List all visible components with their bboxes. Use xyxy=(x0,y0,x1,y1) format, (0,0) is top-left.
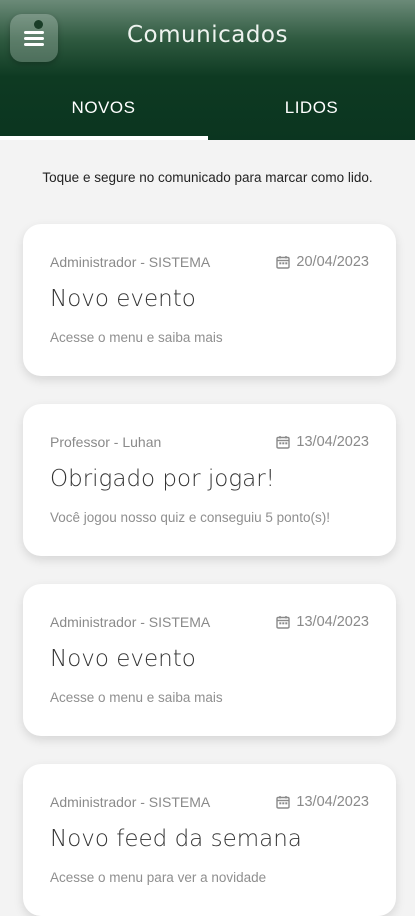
announcement-card[interactable]: Administrador - SISTEMA 13/04/2023 Novo … xyxy=(23,764,396,916)
card-date: 13/04/2023 xyxy=(296,794,369,810)
card-date-group: 13/04/2023 xyxy=(276,794,369,810)
card-description: Você jogou nosso quiz e conseguiu 5 pont… xyxy=(50,510,330,525)
calendar-icon xyxy=(276,256,291,269)
tab-bar: NOVOS LIDOS xyxy=(0,84,415,140)
tab-novos[interactable]: NOVOS xyxy=(0,84,207,140)
card-title: Obrigado por jogar! xyxy=(50,466,275,492)
card-author: Administrador - SISTEMA xyxy=(50,794,211,810)
announcement-card[interactable]: Administrador - SISTEMA 20/04/2023 Novo … xyxy=(23,224,396,376)
announcement-card[interactable]: Administrador - SISTEMA 13/04/2023 Novo … xyxy=(23,584,396,736)
hint-text: Toque e segure no comunicado para marcar… xyxy=(42,170,373,185)
app-header: Comunicados NOVOS LIDOS xyxy=(0,0,415,140)
card-date: 13/04/2023 xyxy=(296,614,369,630)
card-date: 20/04/2023 xyxy=(296,254,369,270)
card-description: Acesse o menu e saiba mais xyxy=(50,330,223,345)
card-date-group: 20/04/2023 xyxy=(276,254,369,270)
card-author: Administrador - SISTEMA xyxy=(50,254,211,270)
card-title: Novo evento xyxy=(50,646,196,672)
tab-lidos[interactable]: LIDOS xyxy=(208,84,415,140)
card-description: Acesse o menu para ver a novidade xyxy=(50,870,267,885)
calendar-icon xyxy=(276,436,291,449)
announcement-card[interactable]: Professor - Luhan 13/04/2023 Obrigado po… xyxy=(23,404,396,556)
card-author: Administrador - SISTEMA xyxy=(50,614,211,630)
calendar-icon xyxy=(276,616,291,629)
card-date: 13/04/2023 xyxy=(296,434,369,450)
card-date-group: 13/04/2023 xyxy=(276,614,369,630)
page-title: Comunicados xyxy=(127,22,288,48)
card-title: Novo evento xyxy=(50,286,196,312)
active-tab-indicator xyxy=(0,136,208,140)
card-title: Novo feed da semana xyxy=(50,826,302,852)
calendar-icon xyxy=(276,796,291,809)
card-date-group: 13/04/2023 xyxy=(276,434,369,450)
card-author: Professor - Luhan xyxy=(50,434,162,450)
card-description: Acesse o menu e saiba mais xyxy=(50,690,223,705)
